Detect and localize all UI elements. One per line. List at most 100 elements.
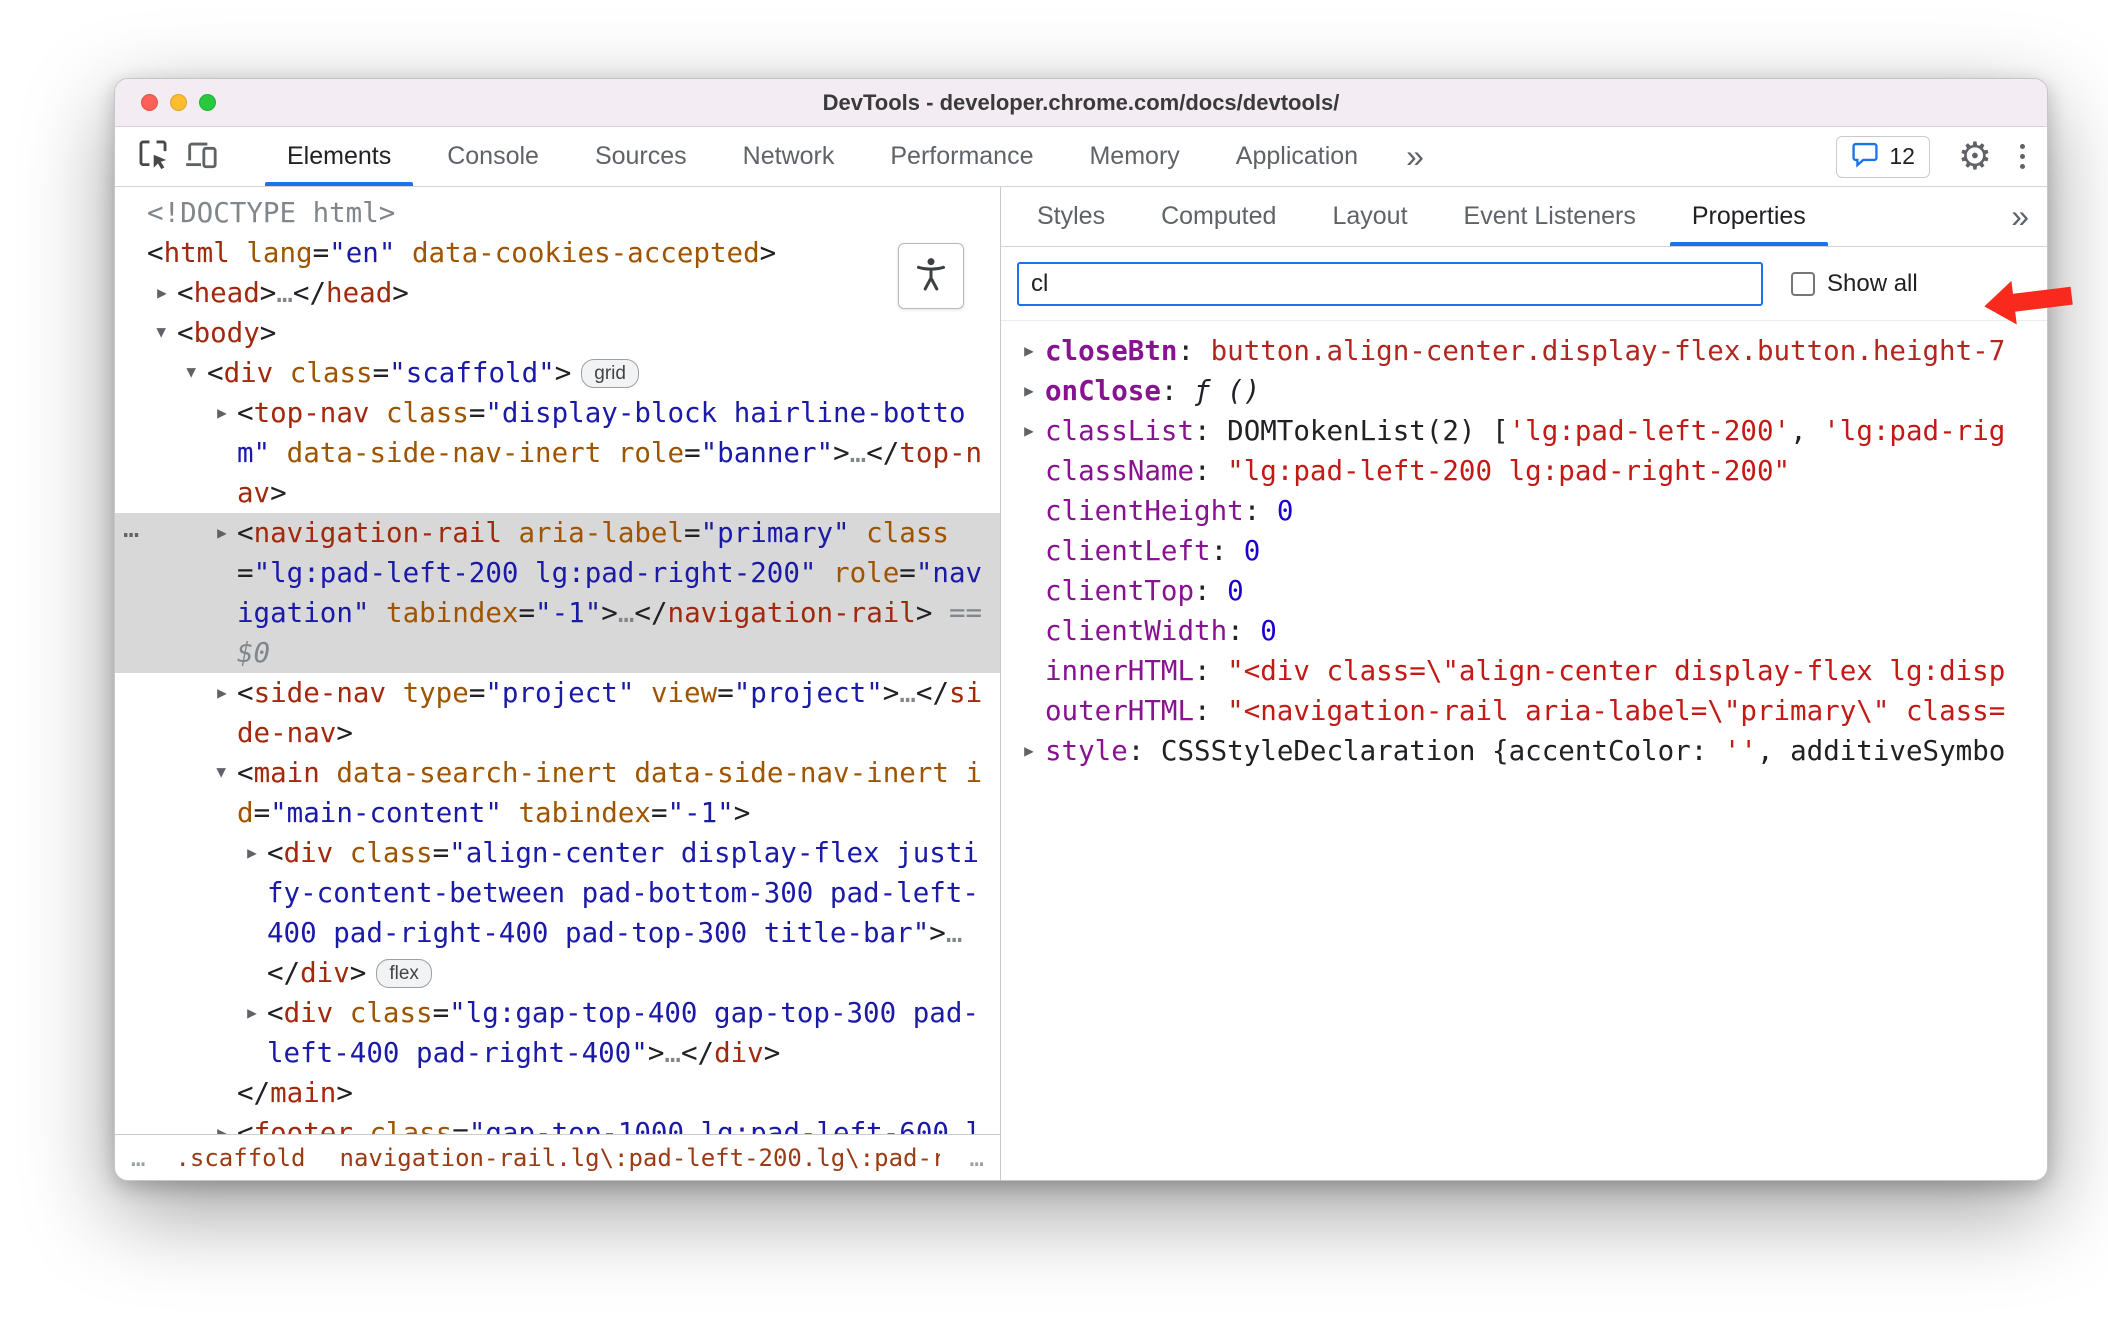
property-name: classList xyxy=(1045,415,1195,447)
code-token: > xyxy=(270,477,287,509)
property-row-style[interactable]: ▶ style: CSSStyleDeclaration {accentColor… xyxy=(1015,731,2047,771)
code-token: "scaffold" xyxy=(389,357,555,389)
tab-elements[interactable]: Elements xyxy=(259,127,419,186)
dom-node-doctype[interactable]: <!DOCTYPE html> xyxy=(115,193,1000,233)
collapse-arrow-icon[interactable]: ▶ xyxy=(142,322,182,344)
main-tab-bar: Elements Console Sources Network Performance… xyxy=(259,127,1386,186)
inspect-element-button[interactable] xyxy=(129,127,177,186)
expand-arrow-icon[interactable]: ▶ xyxy=(1017,331,1041,371)
tab-performance[interactable]: Performance xyxy=(862,127,1061,186)
property-row-classList[interactable]: ▶ classList: DOMTokenList(2) ['lg:pad-lef… xyxy=(1015,411,2047,451)
tab-event-listeners[interactable]: Event Listeners xyxy=(1436,187,1664,246)
properties-filter-input[interactable] xyxy=(1017,261,1763,306)
more-sidebar-tabs-icon[interactable]: » xyxy=(1993,187,2047,246)
expand-arrow-icon[interactable]: ▶ xyxy=(211,393,233,433)
expand-arrow-icon[interactable]: ▶ xyxy=(211,1113,233,1134)
tab-memory[interactable]: Memory xyxy=(1061,127,1207,186)
property-colon: : xyxy=(1194,415,1228,447)
expand-arrow-icon[interactable]: ▶ xyxy=(1017,411,1041,451)
tab-styles[interactable]: Styles xyxy=(1009,187,1133,246)
tab-console[interactable]: Console xyxy=(419,127,567,186)
expand-arrow-icon[interactable]: ▶ xyxy=(151,273,173,313)
property-row-className[interactable]: className: "lg:pad-left-200 lg:pad-right… xyxy=(1015,451,2047,491)
property-colon: : xyxy=(1177,335,1211,367)
expand-arrow-icon[interactable]: ▶ xyxy=(241,833,263,873)
property-row-onClose[interactable]: ▶ onClose: ƒ () xyxy=(1015,371,2047,411)
breadcrumb-item-0[interactable]: .scaffold xyxy=(175,1144,305,1172)
code-token: = xyxy=(452,1117,469,1134)
row-menu-dots-icon[interactable]: … xyxy=(123,509,140,549)
property-row-outerHTML[interactable]: outerHTML: "<navigation-rail aria-label=… xyxy=(1015,691,2047,731)
window-titlebar: DevTools - developer.chrome.com/docs/dev… xyxy=(115,79,2047,127)
dom-node-body[interactable]: ▶ <body> xyxy=(115,313,1000,353)
code-token: = xyxy=(684,437,701,469)
close-button[interactable] xyxy=(141,94,158,111)
code-token: < xyxy=(237,1117,254,1134)
property-row-clientWidth[interactable]: clientWidth: 0 xyxy=(1015,611,2047,651)
accessibility-overlay-button[interactable] xyxy=(898,243,964,309)
code-token: < xyxy=(147,237,164,269)
property-row-innerHTML[interactable]: innerHTML: "<div class=\"align-center di… xyxy=(1015,651,2047,691)
expand-arrow-icon[interactable]: ▶ xyxy=(1017,731,1041,771)
settings-gear-icon[interactable]: ⚙ xyxy=(1958,138,1992,176)
code-token: </ xyxy=(866,437,900,469)
dom-node-footer[interactable]: ▶ <footer class="gap-top-1000 lg:pad-left… xyxy=(115,1113,1000,1134)
zoom-button[interactable] xyxy=(199,94,216,111)
property-name: innerHTML xyxy=(1045,655,1195,687)
minimize-button[interactable] xyxy=(170,94,187,111)
tab-layout[interactable]: Layout xyxy=(1304,187,1435,246)
tab-application[interactable]: Application xyxy=(1208,127,1386,186)
dom-tree: <!DOCTYPE html> <html lang="en" data-cook… xyxy=(115,187,1000,1134)
property-colon: : xyxy=(1227,615,1261,647)
code-token: class xyxy=(333,837,433,869)
property-name: clientLeft xyxy=(1045,535,1211,567)
property-row-clientTop[interactable]: clientTop: 0 xyxy=(1015,571,2047,611)
dom-node-div-title-bar[interactable]: ▶ <div class="align-center display-flex j… xyxy=(115,833,1000,993)
property-row-clientHeight[interactable]: clientHeight: 0 xyxy=(1015,491,2047,531)
tab-network[interactable]: Network xyxy=(715,127,863,186)
flex-badge[interactable]: flex xyxy=(376,959,432,988)
show-all-checkbox[interactable] xyxy=(1791,271,1815,296)
dom-node-main[interactable]: ▶ <main data-search-inert data-side-nav-i… xyxy=(115,753,1000,833)
code-token: = xyxy=(468,397,486,429)
tab-properties[interactable]: Properties xyxy=(1664,187,1834,246)
dom-node-div-scaffold[interactable]: ▶ <div class="scaffold"> grid xyxy=(115,353,1000,393)
devtools-content: <!DOCTYPE html> <html lang="en" data-cook… xyxy=(115,187,2047,1180)
collapse-arrow-icon[interactable]: ▶ xyxy=(172,362,212,384)
expand-arrow-icon[interactable]: ▶ xyxy=(241,993,263,1033)
expand-arrow-icon[interactable]: ▶ xyxy=(211,673,233,713)
breadcrumb-overflow-right[interactable]: … xyxy=(970,1144,984,1172)
dom-node-html[interactable]: <html lang="en" data-cookies-accepted> xyxy=(115,233,1000,273)
dom-node-head[interactable]: ▶ <head>…</head> xyxy=(115,273,1000,313)
property-colon: : xyxy=(1194,695,1228,727)
dom-node-top-nav[interactable]: ▶ <top-nav class="display-block hairline-… xyxy=(115,393,1000,513)
customize-menu-icon[interactable] xyxy=(2020,144,2025,169)
code-token: > xyxy=(915,597,933,629)
property-name: clientTop xyxy=(1045,575,1195,607)
dom-node-side-nav[interactable]: ▶ <side-nav type="project" view="project"… xyxy=(115,673,1000,753)
property-row-clientLeft[interactable]: clientLeft: 0 xyxy=(1015,531,2047,571)
code-token: < xyxy=(237,677,254,709)
property-value-token: DOMTokenList(2) [ xyxy=(1227,415,1509,447)
expand-arrow-icon[interactable]: ▶ xyxy=(1017,371,1041,411)
console-messages-button[interactable]: 12 xyxy=(1836,135,1930,178)
code-token: head xyxy=(326,277,393,309)
tab-computed[interactable]: Computed xyxy=(1133,187,1304,246)
dom-node-navigation-rail[interactable]: … ▶ <navigation-rail aria-label="primary" … xyxy=(115,513,1000,673)
dom-node-main-close[interactable]: </main> xyxy=(115,1073,1000,1113)
code-token: … xyxy=(899,677,916,709)
grid-badge[interactable]: grid xyxy=(581,359,639,388)
expand-arrow-icon[interactable]: ▶ xyxy=(211,513,233,553)
code-token: = xyxy=(650,797,668,829)
more-tabs-icon[interactable]: » xyxy=(1386,127,1444,186)
collapse-arrow-icon[interactable]: ▶ xyxy=(202,762,242,784)
property-row-closeBtn[interactable]: ▶ closeBtn: button.align-center.display-f… xyxy=(1015,331,2047,371)
code-token: … xyxy=(849,437,867,469)
tab-sources[interactable]: Sources xyxy=(567,127,715,186)
device-toolbar-button[interactable] xyxy=(177,127,225,186)
breadcrumb-item-1[interactable]: navigation-rail.lg\:pad-left-200.lg\:pad… xyxy=(340,1144,940,1172)
breadcrumb-overflow-left[interactable]: … xyxy=(131,1144,145,1172)
code-token: side-nav xyxy=(253,677,387,709)
dom-node-div-content[interactable]: ▶ <div class="lg:gap-top-400 gap-top-300 … xyxy=(115,993,1000,1073)
show-all-control[interactable]: Show all xyxy=(1791,270,1918,298)
